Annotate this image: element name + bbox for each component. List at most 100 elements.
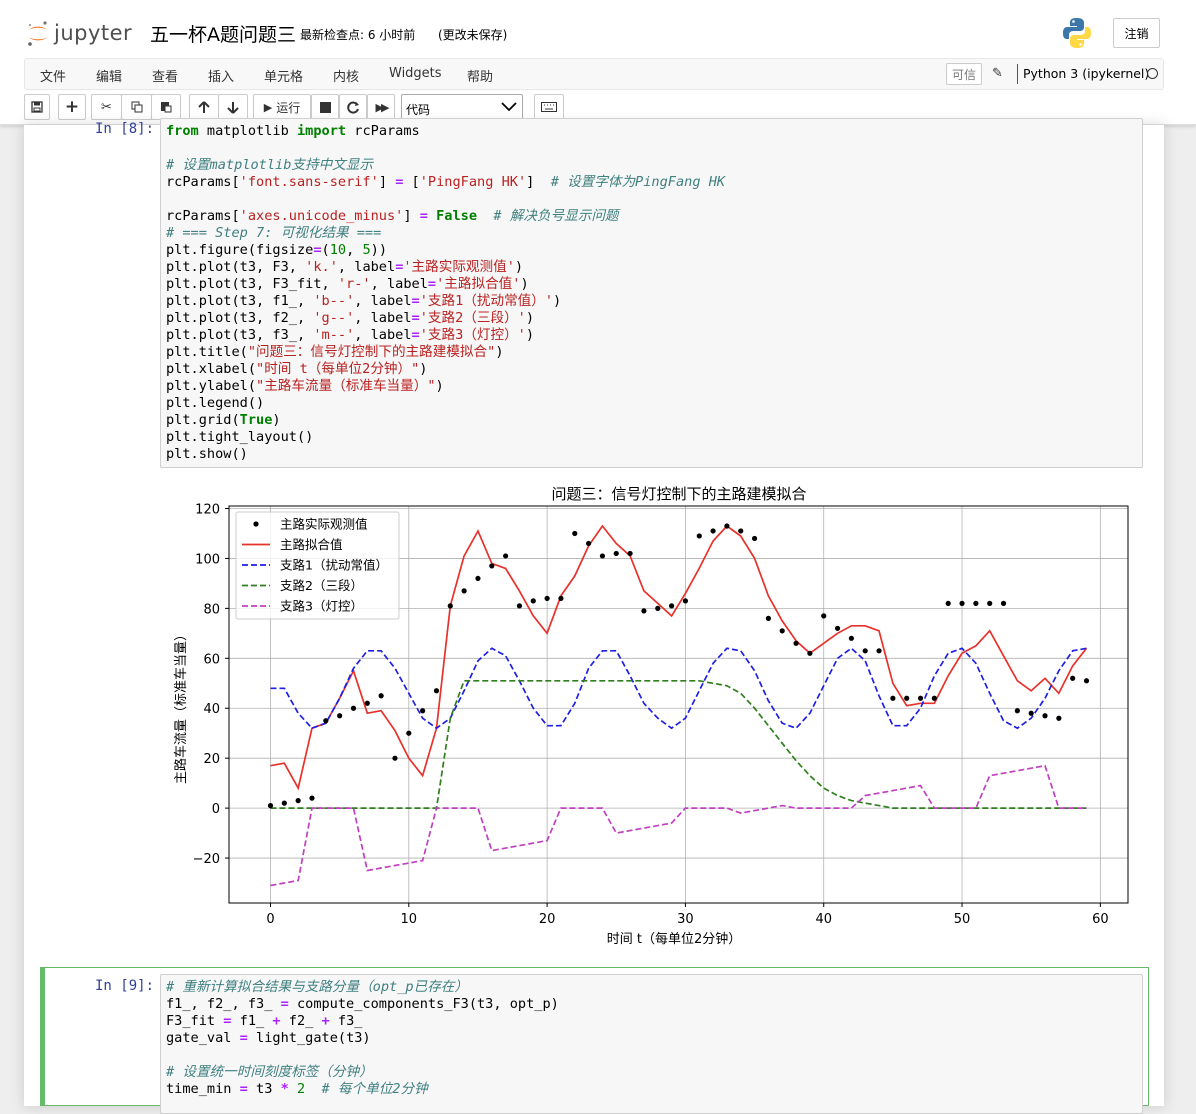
arrow-up-icon: [198, 100, 210, 113]
save-button[interactable]: [24, 94, 50, 120]
y-tick-label: 60: [203, 652, 220, 667]
data-point: [682, 598, 689, 604]
data-point: [876, 648, 882, 654]
x-tick-label: 20: [539, 912, 556, 927]
jupyter-logo[interactable]: jupyter: [26, 18, 132, 48]
code-line: plt.plot(t3, f3_, 'm--', label='支路3（灯控）'…: [166, 327, 535, 343]
menu-cell[interactable]: 单元格: [264, 66, 303, 85]
restart-run-all-button[interactable]: ▶▶: [367, 94, 395, 120]
code-line: plt.plot(t3, F3_fit, 'r-', label='主路拟合值'…: [166, 276, 529, 292]
menu-help[interactable]: 帮助: [467, 66, 493, 85]
restart-button[interactable]: [339, 94, 367, 120]
x-tick-label: 60: [1092, 912, 1109, 927]
menu-insert[interactable]: 插入: [208, 66, 234, 85]
menu-widgets[interactable]: Widgets: [389, 66, 442, 81]
insert-cell-button[interactable]: +: [58, 94, 86, 120]
logout-button[interactable]: 注销: [1113, 18, 1160, 48]
fast-forward-icon: ▶▶: [375, 100, 390, 114]
y-tick-label: 80: [203, 602, 220, 617]
data-point: [503, 553, 509, 559]
code-line: plt.title("问题三：信号灯控制下的主路建模拟合"): [166, 344, 504, 360]
data-point: [364, 700, 370, 706]
jupyter-logo-icon: [28, 21, 47, 46]
python-logo-icon: [1063, 18, 1091, 48]
code-text[interactable]: from matplotlib import rcParams # 设置matp…: [166, 123, 725, 463]
data-point: [973, 600, 979, 606]
data-point: [945, 600, 951, 606]
cut-button[interactable]: ✂: [91, 94, 121, 120]
menu-edit[interactable]: 编辑: [96, 66, 122, 85]
checkpoint-status: 最新检查点: 6 小时前: [300, 28, 416, 42]
data-point: [931, 695, 937, 701]
code-line: # 重新计算拟合结果与支路分量（opt_p已存在）: [166, 979, 468, 995]
code-line: rcParams['axes.unicode_minus'] = False #…: [166, 208, 619, 224]
restart-icon: [346, 101, 359, 113]
data-point: [323, 718, 329, 724]
code-line: plt.grid(True): [166, 412, 281, 428]
data-point: [599, 553, 606, 559]
data-point: [558, 595, 564, 601]
data-point: [378, 693, 384, 699]
edit-pencil-icon[interactable]: ✎: [992, 66, 1003, 81]
data-point: [834, 625, 841, 631]
data-point: [267, 803, 274, 809]
command-palette-button[interactable]: [534, 94, 564, 120]
code-line: plt.plot(t3, f1_, 'b--', label='支路1（扰动常值…: [166, 293, 562, 309]
code-editor[interactable]: # 重新计算拟合结果与支路分量（opt_p已存在） f1_, f2_, f3_ =…: [160, 974, 1143, 1114]
y-tick-label: 100: [195, 552, 220, 567]
code-editor[interactable]: from matplotlib import rcParams # 设置matp…: [160, 118, 1143, 468]
cell-prompt: In [8]:: [95, 121, 155, 137]
data-point: [1028, 710, 1034, 716]
trusted-badge[interactable]: 可信: [946, 63, 982, 85]
data-point: [668, 603, 675, 609]
data-point: [309, 795, 315, 801]
run-button[interactable]: ▶ 运行: [253, 94, 311, 120]
data-point: [1042, 713, 1048, 719]
menu-file[interactable]: 文件: [40, 66, 66, 85]
menu-view[interactable]: 查看: [152, 66, 178, 85]
data-point: [516, 603, 523, 609]
y-tick-label: 20: [203, 752, 220, 767]
code-line: plt.xlabel("时间 t（每单位2分钟）"): [166, 361, 428, 377]
data-point: [724, 523, 730, 529]
data-point: [917, 695, 924, 701]
legend-label: 主路实际观测值: [280, 517, 368, 532]
chart-legend: 主路实际观测值主路拟合值支路1（扰动常值） 支路2（三段） 支路3（灯控）: [235, 511, 400, 620]
notebook-header: jupyter 五一杯A题问题三 最新检查点: 6 小时前 (更改未保存) 注销…: [0, 0, 1196, 125]
code-text[interactable]: # 重新计算拟合结果与支路分量（opt_p已存在） f1_, f2_, f3_ =…: [166, 979, 559, 1098]
code-line: from matplotlib import rcParams: [166, 123, 420, 139]
interrupt-button[interactable]: [311, 94, 339, 120]
menu-kernel[interactable]: 内核: [333, 66, 359, 85]
notebook-title[interactable]: 五一杯A题问题三: [150, 20, 296, 47]
data-point: [959, 600, 965, 606]
cell-type-select[interactable]: 代码: [401, 94, 523, 120]
data-point: [337, 713, 343, 719]
move-down-button[interactable]: [218, 94, 248, 120]
data-point: [779, 628, 785, 634]
y-tick-label: 120: [195, 502, 220, 517]
data-point: [461, 588, 467, 594]
data-point: [295, 798, 301, 804]
data-point: [1083, 678, 1090, 684]
cell-prompt: In [9]:: [95, 978, 155, 994]
kernel-name[interactable]: Python 3 (ipykernel): [1023, 66, 1149, 81]
x-tick-label: 30: [677, 912, 694, 927]
data-point: [627, 550, 633, 557]
code-line: rcParams['font.sans-serif'] = ['PingFang…: [166, 174, 726, 190]
code-line: F3_fit = f1_ + f2_ + f3_: [166, 1013, 363, 1029]
code-line: plt.ylabel("主路车流量（标准车当量）"): [166, 378, 444, 394]
copy-button[interactable]: [121, 94, 151, 120]
move-up-button[interactable]: [189, 94, 219, 120]
chevron-down-icon: [501, 102, 517, 112]
code-line: plt.show(): [166, 446, 248, 462]
data-point: [350, 705, 357, 711]
code-line: plt.tight_layout(): [166, 429, 314, 445]
code-line: plt.plot(t3, f2_, 'g--', label='支路2（三段）'…: [166, 310, 535, 326]
paste-button[interactable]: [151, 94, 181, 120]
data-point: [1000, 600, 1007, 606]
data-point: [890, 695, 896, 701]
legend-label: 支路1（扰动常值）: [280, 558, 388, 573]
y-tick-label: 0: [212, 802, 220, 817]
